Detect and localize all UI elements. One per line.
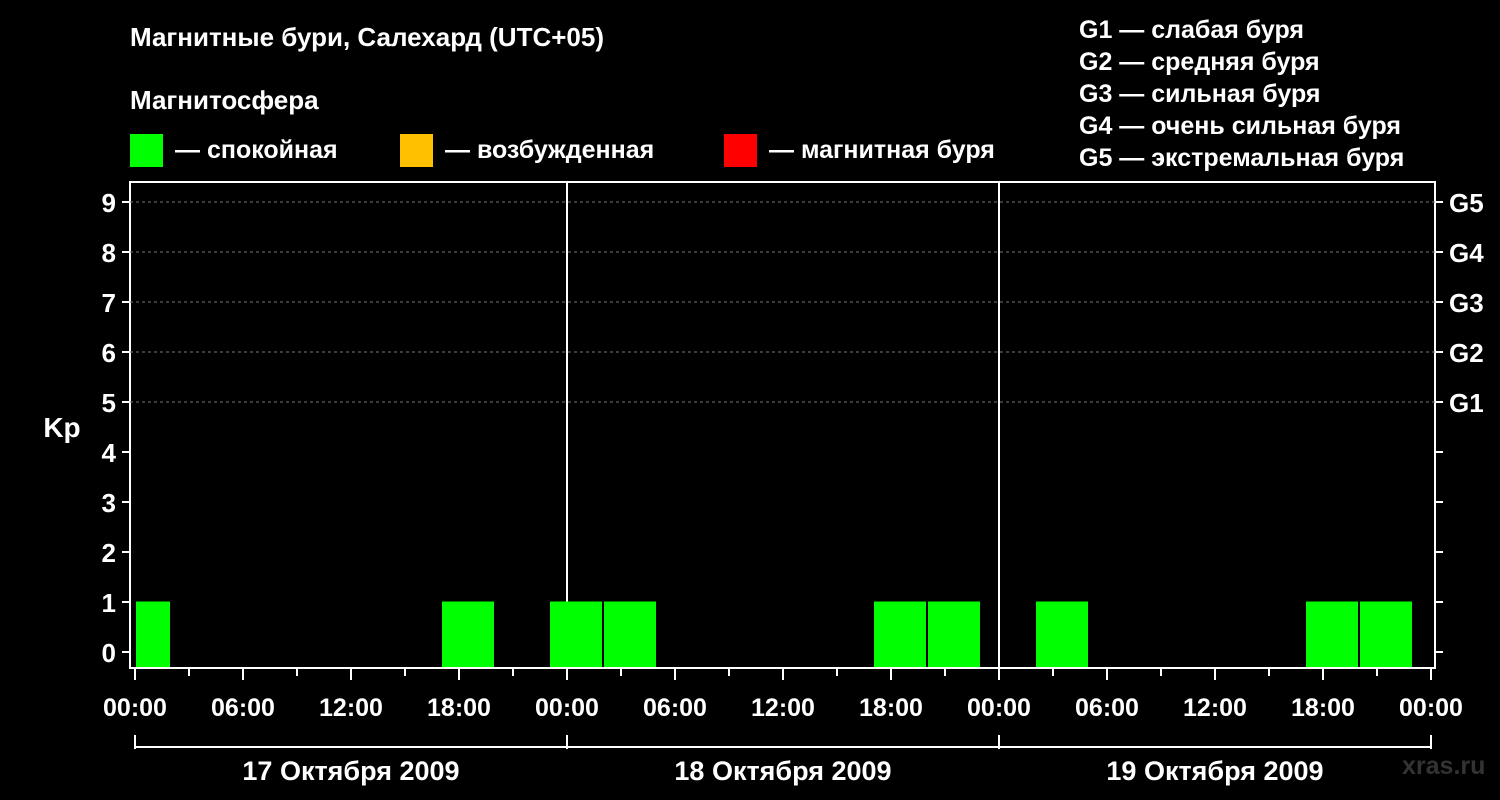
kp-bar	[1306, 601, 1358, 667]
y-tick-label: 0	[102, 638, 116, 668]
x-tick-label: 00:00	[103, 694, 167, 722]
kp-bar	[550, 601, 602, 667]
kp-bar	[136, 601, 170, 667]
y-tick-label: 2	[102, 538, 116, 568]
x-tick-label: 00:00	[1399, 694, 1463, 722]
x-tick-label: 00:00	[535, 694, 599, 722]
y-tick-label: 7	[102, 288, 116, 318]
x-tick-label: 18:00	[859, 694, 923, 722]
y-tick-label: 5	[102, 388, 116, 418]
right-axis-label: G3	[1449, 288, 1484, 318]
x-tick-label: 18:00	[427, 694, 491, 722]
kp-chart: 0 1 2 3 4 5 6 7 8 9 G1 G2 G3 G4 G5 Kp 00:00 06:00 12:00 18:…	[43, 181, 1484, 786]
x-tick-label: 00:00	[967, 694, 1031, 722]
day-label: 17 Октября 2009	[242, 756, 459, 786]
day-label: 18 Октября 2009	[674, 756, 891, 786]
kp-bar	[874, 601, 926, 667]
kp-bar	[928, 601, 980, 667]
x-tick-label: 06:00	[1075, 694, 1139, 722]
x-tick-label: 12:00	[751, 694, 815, 722]
x-tick-label: 12:00	[1183, 694, 1247, 722]
x-tick-label: 12:00	[319, 694, 383, 722]
right-axis-label: G4	[1449, 238, 1484, 268]
kp-bar	[604, 601, 656, 667]
x-tick-label: 06:00	[643, 694, 707, 722]
plot-frame	[129, 181, 1436, 669]
right-axis-label: G1	[1449, 388, 1484, 418]
kp-bar	[1036, 601, 1088, 667]
day-label: 19 Октября 2009	[1106, 756, 1323, 786]
kp-bar	[442, 601, 494, 667]
y-tick-label: 4	[102, 438, 117, 468]
x-tick-label: 18:00	[1291, 694, 1355, 722]
kp-bar	[1360, 601, 1412, 667]
y-tick-label: 8	[102, 238, 116, 268]
right-axis-label: G5	[1449, 188, 1484, 218]
x-tick-label: 06:00	[211, 694, 275, 722]
y-tick-label: 9	[102, 188, 116, 218]
y-tick-label: 6	[102, 338, 116, 368]
right-axis-label: G2	[1449, 338, 1484, 368]
y-tick-label: 3	[102, 488, 116, 518]
watermark: xras.ru	[1402, 752, 1486, 780]
y-axis-label: Kp	[43, 412, 80, 443]
y-tick-label: 1	[102, 588, 116, 618]
